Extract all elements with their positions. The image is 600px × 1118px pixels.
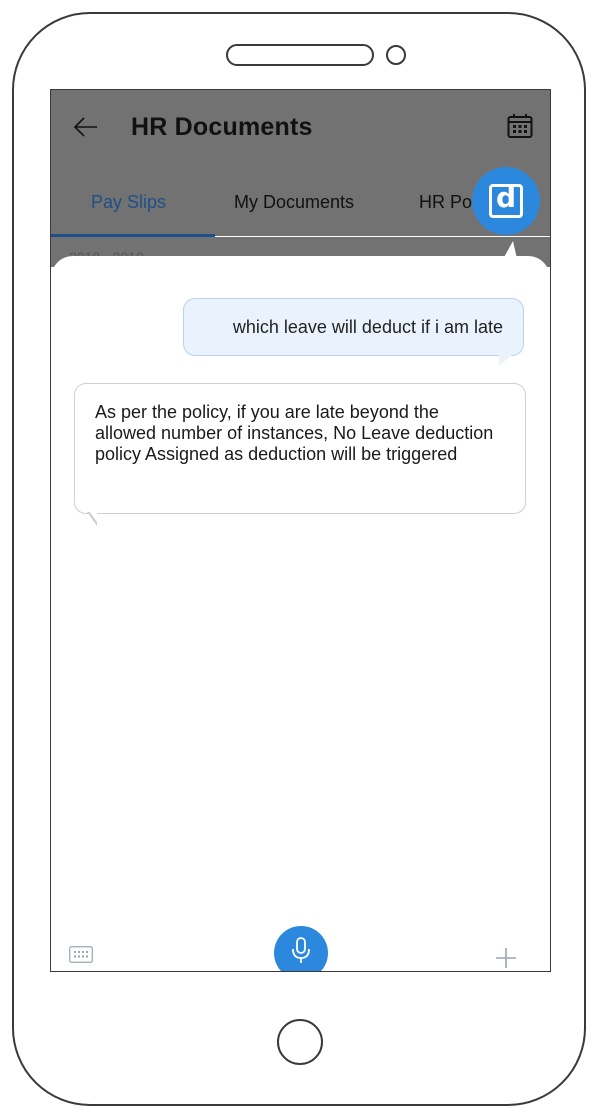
tab-hr-policies[interactable]: HR Po (419, 186, 472, 234)
arrow-left-icon[interactable] (73, 114, 99, 140)
assistant-badge[interactable]: d (472, 167, 540, 235)
tab-pay-slips[interactable]: Pay Slips (91, 186, 166, 234)
phone-screen: HR Documents Pay Slips My Documents HR P… (50, 89, 551, 972)
page-title: HR Documents (131, 113, 313, 141)
user-message-bubble: which leave will deduct if i am late (183, 298, 524, 356)
plus-icon[interactable] (494, 946, 518, 970)
phone-camera (386, 45, 406, 65)
calendar-icon[interactable] (506, 112, 534, 140)
chat-panel (51, 256, 550, 971)
keyboard-icon[interactable] (69, 946, 93, 963)
assistant-logo-letter: d (495, 181, 517, 214)
user-bubble-tail (499, 354, 513, 366)
microphone-button[interactable] (274, 926, 328, 971)
phone-speaker (226, 44, 374, 66)
microphone-icon (292, 937, 310, 963)
chat-panel-pointer (503, 241, 517, 259)
bot-bubble-tail-fill (89, 511, 97, 522)
tab-my-documents[interactable]: My Documents (234, 186, 354, 234)
bot-message-bubble: As per the policy, if you are late beyon… (74, 383, 526, 514)
home-button[interactable] (277, 1019, 323, 1065)
